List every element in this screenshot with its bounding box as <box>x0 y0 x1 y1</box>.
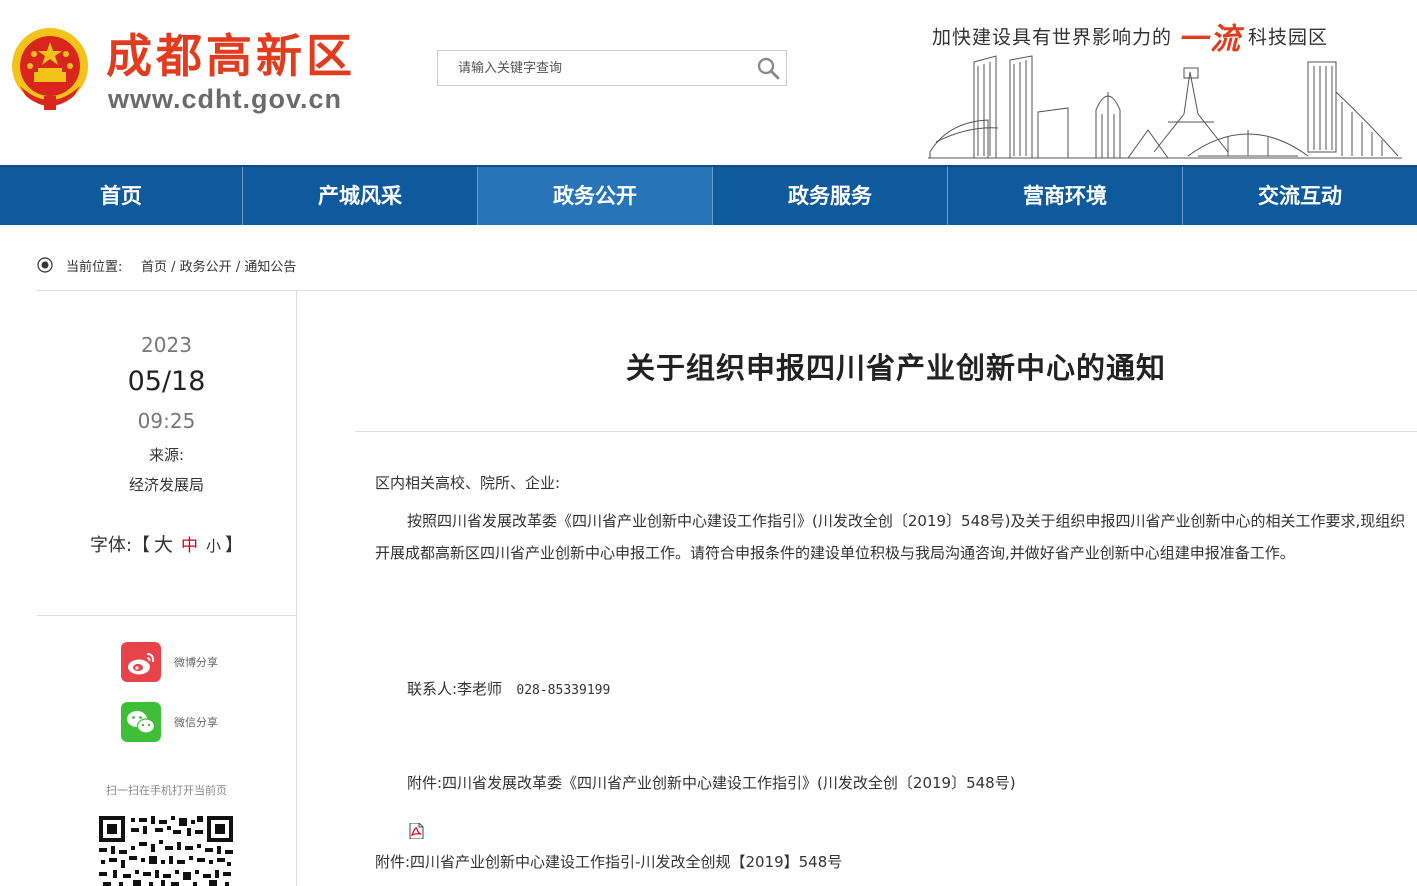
location-dot-icon <box>37 257 53 273</box>
breadcrumb-gov-info-link[interactable]: 政务公开 <box>180 260 232 275</box>
font-size-label: 字体: <box>89 535 133 556</box>
weibo-icon <box>121 642 161 682</box>
nav-item-gov-info[interactable]: 政务公开 <box>478 167 713 225</box>
publish-date: 05/18 <box>127 366 206 397</box>
weibo-share-label: 微博分享 <box>174 656 218 669</box>
breadcrumb-home-link[interactable]: 首页 <box>141 260 167 275</box>
search-icon[interactable] <box>756 56 780 80</box>
search-box <box>437 50 787 86</box>
nav-item-interaction[interactable]: 交流互动 <box>1183 167 1417 225</box>
bracket-open: 【 <box>132 535 151 556</box>
site-header: 成都高新区 www.cdht.gov.cn 加快建设具有世界影响力的一流科技园区 <box>0 0 1417 165</box>
slogan-part1: 加快建设具有世界影响力的 <box>932 26 1173 49</box>
site-name: 成都高新区 <box>106 29 356 83</box>
bracket-close: 】 <box>225 535 244 556</box>
nav-item-business[interactable]: 营商环境 <box>948 167 1183 225</box>
slogan-part3: 科技园区 <box>1248 26 1329 49</box>
publish-year: 2023 <box>141 333 192 357</box>
contact-person: 联系人:李老师 <box>407 680 503 698</box>
font-size-switcher: 字体:【大中小】 <box>37 530 296 557</box>
site-url[interactable]: www.cdht.gov.cn <box>108 84 342 115</box>
nav-item-gov-service[interactable]: 政务服务 <box>713 167 948 225</box>
qr-code-icon <box>99 816 233 886</box>
article-title: 关于组织申报四川省产业创新中心的通知 <box>625 351 1166 385</box>
source-value: 经济发展局 <box>128 476 204 494</box>
article-content: 关于组织申报四川省产业创新中心的通知 区内相关高校、院所、企业: 按照四川省发展… <box>355 291 1417 886</box>
font-size-small-button[interactable]: 小 <box>206 537 221 555</box>
breadcrumb-label: 当前位置: <box>66 260 123 275</box>
article-sidebar: 2023 05/18 09:25 来源: 经济发展局 字体:【大中小】 微博分享… <box>37 291 297 886</box>
wechat-share-label: 微信分享 <box>174 716 218 729</box>
article-salutation: 区内相关高校、院所、企业: <box>375 474 561 492</box>
scan-hint: 扫一扫在手机打开当前页 <box>106 784 227 797</box>
source-label: 来源: <box>148 446 185 464</box>
breadcrumb-separator: / <box>231 260 245 275</box>
nav-item-city[interactable]: 产城风采 <box>243 167 478 225</box>
nav-item-home[interactable]: 首页 <box>0 167 243 225</box>
attachment-file-link[interactable]: 附件:四川省产业创新中心建设工作指引-川发改全创规【2019】548号 <box>375 846 1417 878</box>
publish-time: 09:25 <box>137 409 196 433</box>
wechat-icon <box>121 702 161 742</box>
slogan: 加快建设具有世界影响力的 一流 科技园区 <box>932 14 1329 57</box>
breadcrumb-path: 首页 / 政务公开 / 通知公告 <box>141 256 296 275</box>
breadcrumb-notice-link[interactable]: 通知公告 <box>244 260 296 275</box>
pdf-file-icon[interactable] <box>408 823 424 839</box>
article-contact: 联系人:李老师 028-85339199 <box>375 673 1417 707</box>
attachment-note: 附件:四川省发展改革委《四川省产业创新中心建设工作指引》(川发改全创〔2019〕… <box>407 774 1016 792</box>
font-size-large-button[interactable]: 大 <box>154 534 173 556</box>
national-emblem-icon <box>12 28 88 110</box>
breadcrumb-separator: / <box>167 260 180 275</box>
article-paragraph: 按照四川省发展改革委《四川省产业创新中心建设工作指引》(川发改全创〔2019〕5… <box>375 512 1406 562</box>
title-divider <box>355 431 1417 432</box>
contact-phone: 028-85339199 <box>516 683 611 698</box>
sidebar-divider <box>37 615 296 616</box>
main-nav: 首页 产城风采 政务公开 政务服务 营商环境 交流互动 <box>0 165 1417 225</box>
city-skyline-illustration <box>928 55 1402 159</box>
font-size-medium-button[interactable]: 中 <box>181 536 198 556</box>
search-input[interactable] <box>438 51 738 85</box>
